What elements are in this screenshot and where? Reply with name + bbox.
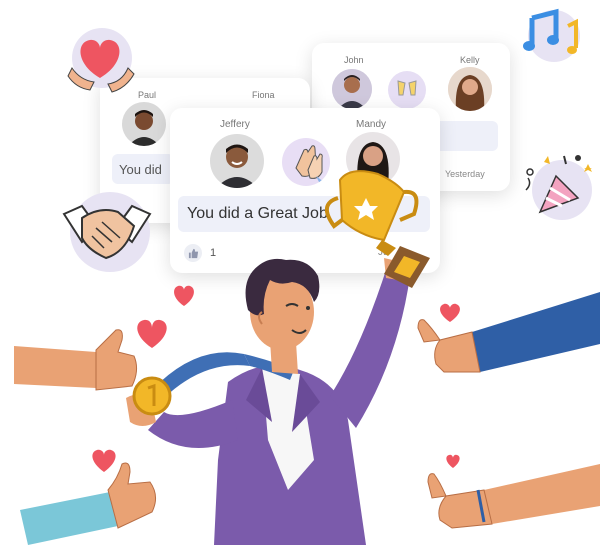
clink-emoji xyxy=(388,71,426,109)
sender-name: Paul xyxy=(138,90,157,100)
avatar xyxy=(448,67,492,111)
heart-in-hands-icon xyxy=(67,28,135,93)
person-avatar-icon xyxy=(122,102,166,146)
receiver-name: Fiona xyxy=(252,90,275,100)
trophy-icon xyxy=(325,170,430,288)
receiver-name: Mandy xyxy=(356,119,387,130)
receiver-name: Kelly xyxy=(460,55,480,65)
music-notes-icon xyxy=(523,8,580,62)
person-avatar-icon xyxy=(332,69,372,109)
message-bubble xyxy=(434,121,498,151)
sender-name: Jeffery xyxy=(220,119,250,130)
celebration-scene-icon xyxy=(14,170,600,545)
avatar xyxy=(122,102,166,146)
music-notes-sticker xyxy=(520,8,584,66)
sender-name: John xyxy=(344,55,364,65)
cheers-icon xyxy=(397,80,417,96)
celebration-illustration xyxy=(0,160,600,545)
person-avatar-icon xyxy=(448,67,492,111)
avatar xyxy=(332,69,372,109)
heart-hands-sticker xyxy=(62,28,140,94)
